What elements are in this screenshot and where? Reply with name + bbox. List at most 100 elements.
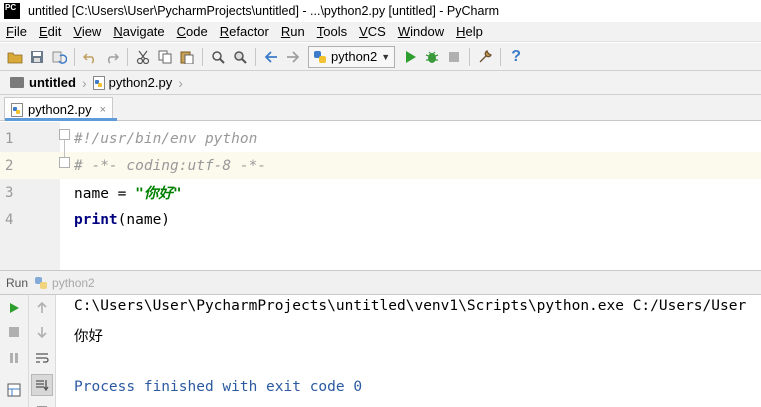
menu-item-vcs[interactable]: VCS [353, 24, 392, 39]
code-text: print(name) [60, 212, 170, 228]
folder-icon [10, 77, 24, 88]
tab-label: python2.py [28, 102, 92, 117]
menu-item-code[interactable]: Code [171, 24, 214, 39]
menu-item-help[interactable]: Help [450, 24, 489, 39]
line-number: 3 [5, 184, 14, 201]
menu-mnemonic: C [176, 24, 187, 39]
menu-mnemonic: W [397, 24, 411, 39]
code-text: name = "你好" [60, 182, 182, 203]
arrow-down-icon[interactable] [32, 322, 52, 342]
toolbar-separator [469, 47, 471, 66]
fold-marker-icon[interactable] [59, 129, 70, 140]
menu-item-refactor[interactable]: Refactor [214, 24, 275, 39]
menu-label-rest: un [290, 24, 305, 39]
menu-item-edit[interactable]: Edit [33, 24, 67, 39]
pause-icon[interactable] [4, 348, 24, 368]
settings-wrench-icon[interactable] [474, 46, 496, 68]
stop-icon[interactable] [443, 46, 465, 68]
pycharm-logo-icon: PC [4, 3, 20, 19]
menu-item-file[interactable]: File [0, 24, 33, 39]
copy-icon[interactable] [154, 46, 176, 68]
back-icon[interactable] [260, 46, 282, 68]
toolbar-separator [127, 47, 128, 66]
menu-label-rest: indow [410, 24, 445, 39]
menu-label-rest: avigate [122, 24, 165, 39]
chevron-down-icon: ▼ [381, 51, 391, 62]
breadcrumb-project[interactable]: untitled [10, 75, 76, 90]
stop-icon[interactable] [4, 322, 24, 342]
menu-mnemonic: R [280, 24, 291, 39]
code-line[interactable]: 1 #!/usr/bin/env python [0, 125, 761, 152]
console-exit-message: Process finished with exit code 0 [74, 379, 363, 395]
code-token: #!/usr/bin/env python [74, 130, 258, 147]
fold-marker-icon[interactable] [59, 157, 70, 168]
arrow-up-icon[interactable] [32, 298, 52, 318]
run-configuration-select[interactable]: python2 ▼ [308, 45, 396, 68]
debug-icon[interactable] [421, 46, 443, 68]
code-token: # -*- coding:utf-8 -*- [74, 157, 267, 174]
menu-mnemonic: F [6, 24, 14, 39]
layout-icon[interactable] [4, 380, 24, 400]
rerun-icon[interactable] [4, 298, 24, 318]
save-icon[interactable] [26, 46, 48, 68]
paste-icon[interactable] [176, 46, 198, 68]
python-file-icon [11, 102, 23, 117]
menu-mnemonic: V [359, 24, 368, 39]
menu-item-navigate[interactable]: Navigate [107, 24, 170, 39]
close-icon[interactable]: × [100, 104, 106, 116]
code-token: "你好" [135, 186, 182, 202]
chevron-right-icon: › [81, 74, 87, 91]
menu-label-rest: ile [13, 24, 27, 39]
run-icon[interactable] [399, 46, 421, 68]
breadcrumb-file-label: python2.py [108, 75, 173, 90]
line-number: 2 [5, 157, 14, 174]
open-folder-icon[interactable] [4, 46, 26, 68]
run-output-toolbar [29, 295, 56, 407]
redo-icon[interactable] [101, 46, 123, 68]
soft-wrap-icon[interactable] [32, 348, 52, 368]
replace-icon[interactable] [229, 46, 251, 68]
menu-mnemonic: N [113, 24, 123, 39]
menu-label-rest: dit [47, 24, 62, 39]
menu-label-rest: CS [367, 24, 386, 39]
menu-item-view[interactable]: View [67, 24, 107, 39]
forward-icon[interactable] [282, 46, 304, 68]
run-panel-label: Run [6, 275, 29, 290]
run-panel-header: Run python2 [0, 270, 761, 295]
toolbar-separator [202, 47, 203, 66]
menu-item-run[interactable]: Run [275, 24, 311, 39]
python-file-icon [92, 75, 105, 90]
menu-bar: File Edit View Navigate Code Refactor Run Tools… [0, 22, 761, 42]
main-toolbar: python2 ▼ ? [0, 43, 761, 71]
menu-mnemonic: R [219, 24, 230, 39]
find-icon[interactable] [207, 46, 229, 68]
cut-icon[interactable] [132, 46, 154, 68]
menu-mnemonic: V [73, 24, 82, 39]
menu-label-rest: iew [81, 24, 102, 39]
run-console[interactable]: C:\Users\User\PycharmProjects\untitled\v… [56, 295, 761, 407]
toolbar-separator [500, 47, 502, 66]
run-config-label: python2 [331, 49, 378, 64]
menu-item-tools[interactable]: Tools [311, 24, 353, 39]
code-line[interactable]: 4 print(name) [0, 206, 761, 233]
menu-item-window[interactable]: Window [392, 24, 450, 39]
undo-icon[interactable] [79, 46, 101, 68]
menu-label-rest: elp [465, 24, 483, 39]
run-panel-config[interactable]: python2 [52, 276, 95, 290]
window-title: untitled [C:\Users\User\PycharmProjects\… [28, 4, 500, 18]
title-bar: PC untitled [C:\Users\User\PycharmProjec… [0, 0, 761, 22]
breadcrumb-project-label: untitled [29, 75, 76, 90]
code-line[interactable]: 3 name = "你好" [0, 179, 761, 206]
print-icon[interactable] [32, 399, 52, 407]
breadcrumb-file[interactable]: python2.py [92, 75, 173, 90]
menu-label-rest: ools [323, 24, 348, 39]
menu-mnemonic: E [38, 24, 48, 39]
console-output-line: 你好 [74, 329, 103, 345]
code-editor[interactable]: 1 #!/usr/bin/env python 2 # -*- coding:utf-… [0, 122, 761, 270]
python-icon [314, 50, 326, 63]
code-line[interactable]: 2 # -*- coding:utf-8 -*- [0, 152, 761, 179]
help-icon[interactable]: ? [505, 46, 527, 68]
sync-icon[interactable] [48, 46, 70, 68]
navigation-bar: untitled › python2.py › [0, 71, 761, 95]
scroll-to-end-icon[interactable] [31, 374, 53, 396]
